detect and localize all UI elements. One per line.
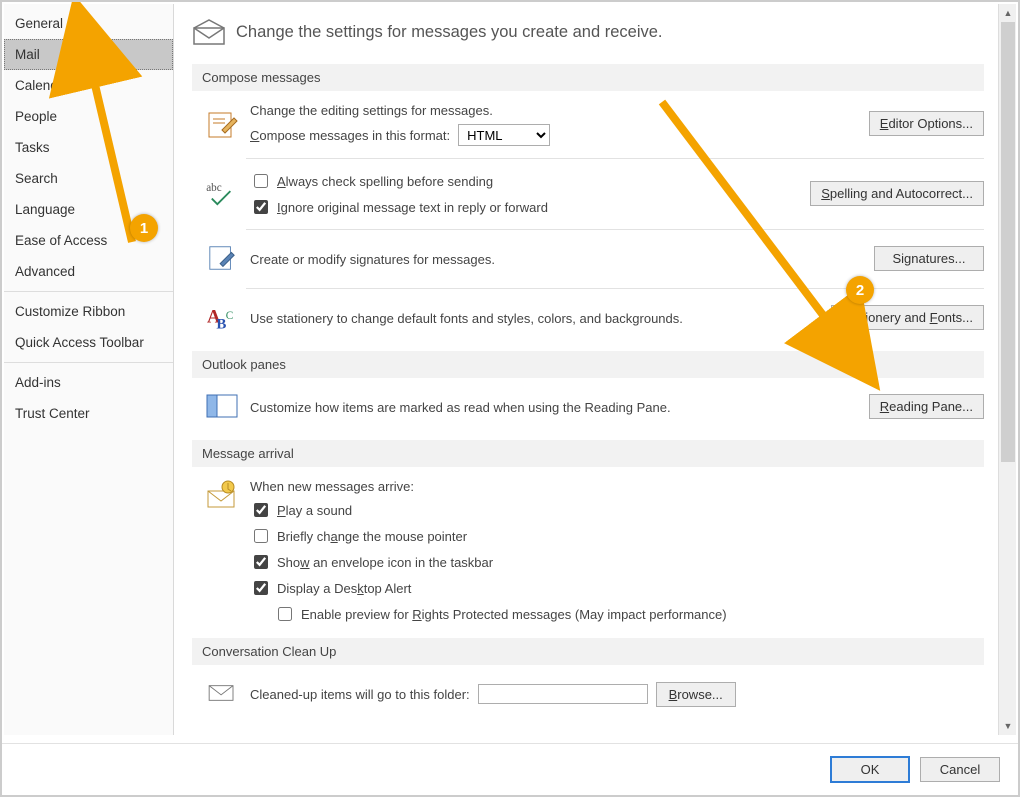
spelling-autocorrect-button[interactable]: Spelling and Autocorrect... — [810, 181, 984, 206]
dialog-footer: OK Cancel — [2, 743, 1018, 795]
section-cleanup-header: Conversation Clean Up — [192, 638, 984, 665]
sidebar-item-trust-center[interactable]: Trust Center — [4, 398, 173, 429]
options-content: Change the settings for messages you cre… — [174, 4, 998, 735]
compose-format-label: Compose messages in this format: — [250, 128, 450, 143]
svg-text:C: C — [226, 310, 234, 322]
sidebar-item-mail[interactable]: Mail — [4, 39, 173, 70]
stationery-text: Use stationery to change default fonts a… — [250, 311, 821, 326]
envelope-icon — [192, 18, 226, 46]
page-title: Change the settings for messages you cre… — [236, 23, 663, 42]
cleanup-text: Cleaned-up items will go to this folder: — [250, 687, 470, 702]
sidebar-item-ease-of-access[interactable]: Ease of Access — [4, 225, 173, 256]
compose-edit-icon — [204, 106, 240, 142]
reading-pane-icon — [204, 388, 240, 424]
browse-button[interactable]: Browse... — [656, 682, 736, 707]
play-sound-checkbox[interactable]: Play a sound — [250, 500, 984, 520]
signatures-button[interactable]: Signatures... — [874, 246, 984, 271]
abc-spellcheck-icon: abc — [204, 175, 240, 211]
scroll-thumb[interactable] — [1001, 22, 1015, 462]
options-sidebar: GeneralMailCalendarPeopleTasksSearchLang… — [4, 4, 174, 735]
cancel-button[interactable]: Cancel — [920, 757, 1000, 782]
section-panes-header: Outlook panes — [192, 351, 984, 378]
cleanup-icon — [204, 675, 240, 711]
compose-editing-text: Change the editing settings for messages… — [250, 103, 859, 118]
always-spellcheck-checkbox[interactable]: Always check spelling before sending — [250, 171, 800, 191]
sidebar-item-language[interactable]: Language — [4, 194, 173, 225]
section-arrival-header: Message arrival — [192, 440, 984, 467]
sidebar-item-people[interactable]: People — [4, 101, 173, 132]
cleanup-folder-input[interactable] — [478, 684, 648, 704]
scroll-down-icon[interactable]: ▼ — [1000, 718, 1016, 734]
section-compose-header: Compose messages — [192, 64, 984, 91]
sidebar-item-add-ins[interactable]: Add-ins — [4, 367, 173, 398]
sidebar-item-tasks[interactable]: Tasks — [4, 132, 173, 163]
signature-icon — [204, 240, 240, 276]
sidebar-item-general[interactable]: General — [4, 8, 173, 39]
reading-pane-text: Customize how items are marked as read w… — [250, 400, 859, 415]
reading-pane-button[interactable]: Reading Pane... — [869, 394, 984, 419]
desktop-alert-checkbox[interactable]: Display a Desktop Alert — [250, 578, 984, 598]
stationery-icon: A B C — [204, 299, 240, 335]
enable-preview-checkbox[interactable]: Enable preview for Rights Protected mess… — [274, 604, 984, 624]
vertical-scrollbar[interactable]: ▲ ▼ — [998, 4, 1016, 735]
scroll-up-icon[interactable]: ▲ — [1000, 5, 1016, 21]
sidebar-item-customize-ribbon[interactable]: Customize Ribbon — [4, 296, 173, 327]
show-envelope-checkbox[interactable]: Show an envelope icon in the taskbar — [250, 552, 984, 572]
sidebar-item-advanced[interactable]: Advanced — [4, 256, 173, 287]
arrival-intro-text: When new messages arrive: — [250, 479, 984, 494]
page-header: Change the settings for messages you cre… — [192, 18, 984, 46]
stationery-fonts-button[interactable]: Stationery and Fonts... — [831, 305, 984, 330]
signatures-text: Create or modify signatures for messages… — [250, 252, 864, 267]
change-pointer-checkbox[interactable]: Briefly change the mouse pointer — [250, 526, 984, 546]
sidebar-item-quick-access-toolbar[interactable]: Quick Access Toolbar — [4, 327, 173, 358]
options-dialog: GeneralMailCalendarPeopleTasksSearchLang… — [0, 0, 1020, 797]
editor-options-button[interactable]: Editor Options... — [869, 111, 984, 136]
sidebar-item-calendar[interactable]: Calendar — [4, 70, 173, 101]
compose-format-select[interactable]: HTML — [458, 124, 550, 146]
message-arrival-icon — [204, 477, 240, 513]
svg-text:abc: abc — [206, 182, 222, 194]
ok-button[interactable]: OK — [830, 756, 910, 783]
ignore-original-checkbox[interactable]: Ignore original message text in reply or… — [250, 197, 800, 217]
sidebar-item-search[interactable]: Search — [4, 163, 173, 194]
